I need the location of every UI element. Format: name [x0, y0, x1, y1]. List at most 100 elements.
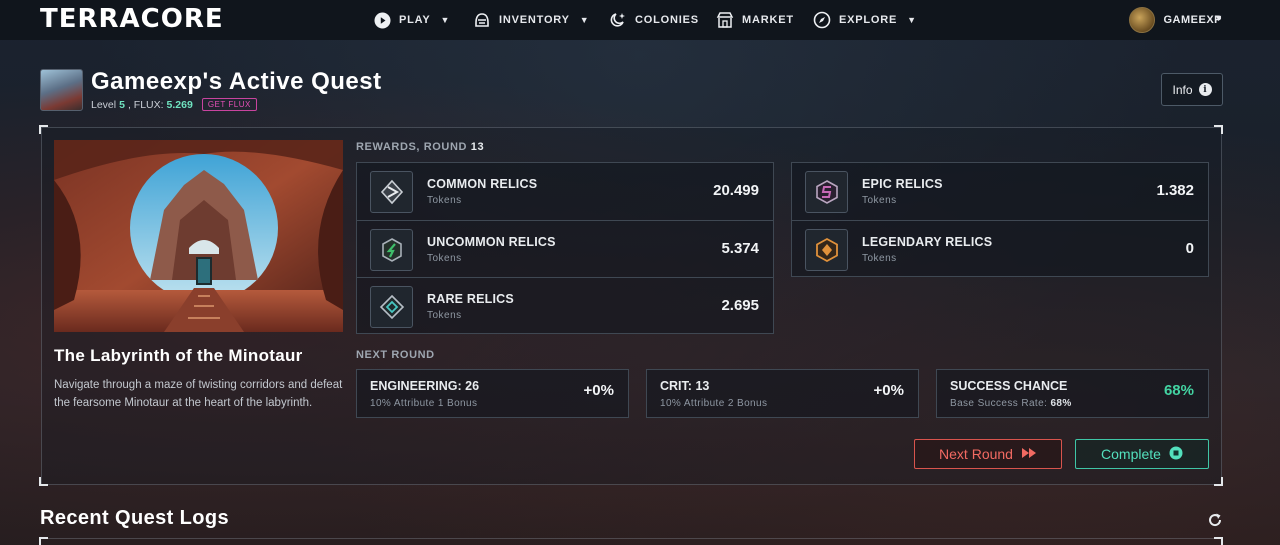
store-icon: [716, 11, 734, 29]
fast-forward-icon: [1021, 446, 1037, 462]
stat-bonus: +0%: [583, 382, 614, 399]
level-label: Level: [91, 98, 117, 111]
reward-name: UNCOMMON RELICS: [427, 235, 556, 249]
base-success-value: 68%: [1050, 398, 1072, 409]
level-value: 5: [119, 98, 125, 111]
reward-type: Tokens: [427, 310, 462, 321]
player-stats: Level 5 , FLUX: 5.269 GET FLUX: [91, 98, 257, 111]
stat-name: ENGINEERING: 26: [370, 379, 479, 393]
epic-relic-icon: [805, 171, 848, 213]
nav-market-label: MARKET: [742, 14, 794, 26]
quest-description: Navigate through a maze of twisting corr…: [54, 379, 343, 409]
panel-corner: [1214, 537, 1223, 545]
stat-crit: CRIT: 13 10% Attribute 2 Bonus +0%: [646, 369, 919, 418]
stat-subtitle: Base Success Rate: 68%: [950, 398, 1072, 409]
stat-number: 26: [465, 379, 480, 393]
panel-corner: [1214, 477, 1223, 486]
complete-button[interactable]: Complete: [1075, 439, 1209, 469]
nav-explore[interactable]: EXPLORE ▼: [813, 0, 917, 40]
rewards-label-text: REWARDS, ROUND: [356, 141, 468, 153]
stat-label: ENGINEERING:: [370, 379, 462, 393]
info-button[interactable]: Info i: [1161, 73, 1223, 106]
panel-corner: [39, 537, 48, 545]
reward-type: Tokens: [427, 195, 462, 206]
reward-value: 20.499: [713, 182, 759, 199]
play-circle-icon: [373, 11, 391, 29]
quest-character-avatar: [40, 69, 83, 111]
stat-success-chance: SUCCESS CHANCE Base Success Rate: 68% 68…: [936, 369, 1209, 418]
panel-corner: [1214, 125, 1223, 134]
nav-explore-label: EXPLORE: [839, 14, 898, 26]
nav-inventory[interactable]: INVENTORY ▼: [473, 0, 590, 40]
user-menu[interactable]: GAMEEXP: [1129, 0, 1222, 40]
quest-name: The Labyrinth of the Minotaur: [54, 346, 303, 365]
compass-icon: [813, 11, 831, 29]
reward-row-legendary: LEGENDARY RELICS Tokens 0: [792, 220, 1208, 277]
nav-colonies-label: COLONIES: [635, 14, 699, 26]
top-navbar: TERRACORE PLAY ▼ INVENTORY ▼ COLONIES MA…: [0, 0, 1280, 40]
reward-row-epic: EPIC RELICS Tokens 1.382: [792, 163, 1208, 220]
next-round-button-label: Next Round: [939, 446, 1013, 462]
flux-value: 5.269: [166, 98, 193, 111]
chevron-down-icon: ▼: [907, 15, 917, 25]
chevron-down-icon: ▼: [579, 15, 590, 25]
stat-bonus: +0%: [873, 382, 904, 399]
next-round-label: NEXT ROUND: [356, 349, 435, 361]
reward-name: EPIC RELICS: [862, 177, 943, 191]
nav-market[interactable]: MARKET: [716, 0, 794, 40]
recent-quest-logs-title: Recent Quest Logs: [40, 507, 230, 529]
refresh-icon[interactable]: [1207, 512, 1223, 528]
stat-label: CRIT:: [660, 379, 692, 393]
base-success-label: Base Success Rate:: [950, 398, 1048, 409]
reward-row-rare: RARE RELICS Tokens 2.695: [357, 277, 773, 334]
helmet-icon: [473, 11, 491, 29]
chevron-down-icon[interactable]: ▼: [1214, 13, 1223, 23]
success-chance-value: 68%: [1163, 382, 1194, 399]
reward-type: Tokens: [427, 253, 462, 264]
info-button-label: Info: [1172, 82, 1193, 97]
panel-corner: [39, 477, 48, 486]
stat-subtitle: 10% Attribute 2 Bonus: [660, 398, 768, 409]
user-avatar: [1129, 7, 1156, 33]
rewards-list-left: COMMON RELICS Tokens 20.499 UNCOMMON REL…: [356, 162, 774, 334]
stat-number: 13: [695, 379, 710, 393]
reward-value: 5.374: [721, 240, 759, 257]
next-round-button[interactable]: Next Round: [914, 439, 1062, 469]
stat-name: CRIT: 13: [660, 379, 709, 393]
reward-name: RARE RELICS: [427, 292, 514, 306]
reward-row-uncommon: UNCOMMON RELICS Tokens 5.374: [357, 220, 773, 277]
legendary-relic-icon: [805, 229, 848, 271]
nav-colonies[interactable]: COLONIES: [609, 0, 699, 40]
nav-play-label: PLAY: [399, 14, 431, 26]
complete-button-label: Complete: [1101, 446, 1161, 462]
logs-panel: [40, 538, 1223, 545]
reward-name: COMMON RELICS: [427, 177, 538, 191]
colonies-icon: [609, 11, 627, 29]
quest-image: [54, 140, 343, 332]
reward-name: LEGENDARY RELICS: [862, 235, 993, 249]
round-number: 13: [470, 141, 485, 153]
chevron-down-icon: ▼: [440, 15, 451, 25]
stat-subtitle: 10% Attribute 1 Bonus: [370, 398, 478, 409]
common-relic-icon: [370, 171, 413, 213]
stat-label: SUCCESS CHANCE: [950, 379, 1068, 393]
uncommon-relic-icon: [370, 229, 413, 271]
reward-row-common: COMMON RELICS Tokens 20.499: [357, 163, 773, 220]
stop-circle-icon: [1169, 446, 1183, 463]
rewards-list-right: EPIC RELICS Tokens 1.382 LEGENDARY RELIC…: [791, 162, 1209, 277]
reward-value: 0: [1185, 240, 1194, 257]
terracore-logo[interactable]: TERRACORE: [40, 4, 224, 34]
page-title: Gameexp's Active Quest: [91, 68, 382, 95]
reward-type: Tokens: [862, 253, 897, 264]
rare-relic-icon: [370, 286, 413, 328]
stat-engineering: ENGINEERING: 26 10% Attribute 1 Bonus +0…: [356, 369, 629, 418]
rewards-label: REWARDS, ROUND 13: [356, 141, 484, 153]
panel-corner: [39, 125, 48, 134]
get-flux-button[interactable]: GET FLUX: [201, 98, 257, 111]
flux-label: , FLUX:: [127, 98, 164, 111]
nav-play[interactable]: PLAY ▼: [373, 0, 450, 40]
reward-value: 2.695: [721, 297, 759, 314]
reward-value: 1.382: [1156, 182, 1194, 199]
nav-inventory-label: INVENTORY: [499, 14, 570, 26]
reward-type: Tokens: [862, 195, 897, 206]
